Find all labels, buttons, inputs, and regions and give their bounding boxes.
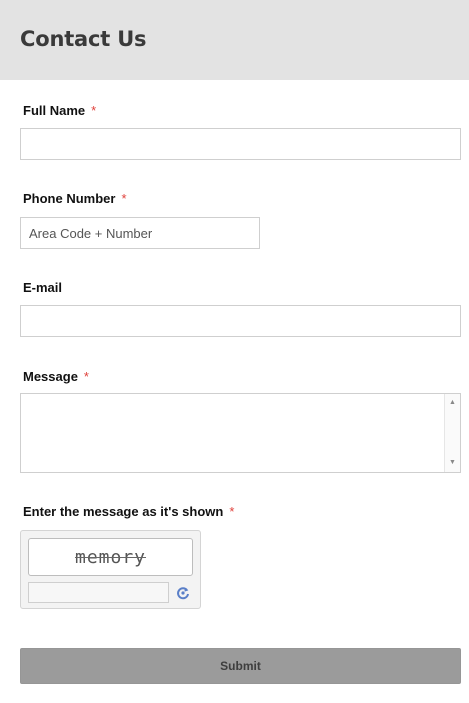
- captcha-image: memory: [28, 538, 193, 576]
- phone-number-label-text: Phone Number: [23, 191, 116, 206]
- message-label: Message *: [23, 369, 89, 384]
- phone-number-input[interactable]: [20, 217, 260, 249]
- required-marker: *: [229, 504, 235, 519]
- message-label-text: Message: [23, 369, 78, 384]
- full-name-input[interactable]: [20, 128, 461, 160]
- header-bar: Contact Us: [0, 0, 469, 80]
- email-input[interactable]: [20, 305, 461, 337]
- scroll-up-arrow-icon[interactable]: ▲: [445, 398, 460, 408]
- email-label: E-mail: [23, 280, 62, 295]
- phone-number-label: Phone Number *: [23, 191, 127, 206]
- full-name-label: Full Name *: [23, 103, 96, 118]
- message-scrollbar[interactable]: ▲ ▼: [444, 394, 460, 472]
- required-marker: *: [91, 103, 97, 118]
- full-name-label-text: Full Name: [23, 103, 86, 118]
- email-label-text: E-mail: [23, 280, 63, 295]
- captcha-input[interactable]: [28, 582, 169, 603]
- captcha-widget: memory: [20, 530, 201, 609]
- captcha-image-text: memory: [74, 546, 147, 568]
- captcha-label: Enter the message as it's shown *: [23, 504, 234, 519]
- page-title: Contact Us: [20, 27, 147, 51]
- message-textarea[interactable]: [20, 393, 461, 473]
- required-marker: *: [121, 191, 127, 206]
- submit-button[interactable]: Submit: [20, 648, 461, 684]
- required-marker: *: [83, 369, 89, 384]
- refresh-captcha-icon[interactable]: [176, 586, 190, 600]
- captcha-label-text: Enter the message as it's shown: [23, 504, 224, 519]
- scroll-down-arrow-icon[interactable]: ▼: [445, 458, 460, 468]
